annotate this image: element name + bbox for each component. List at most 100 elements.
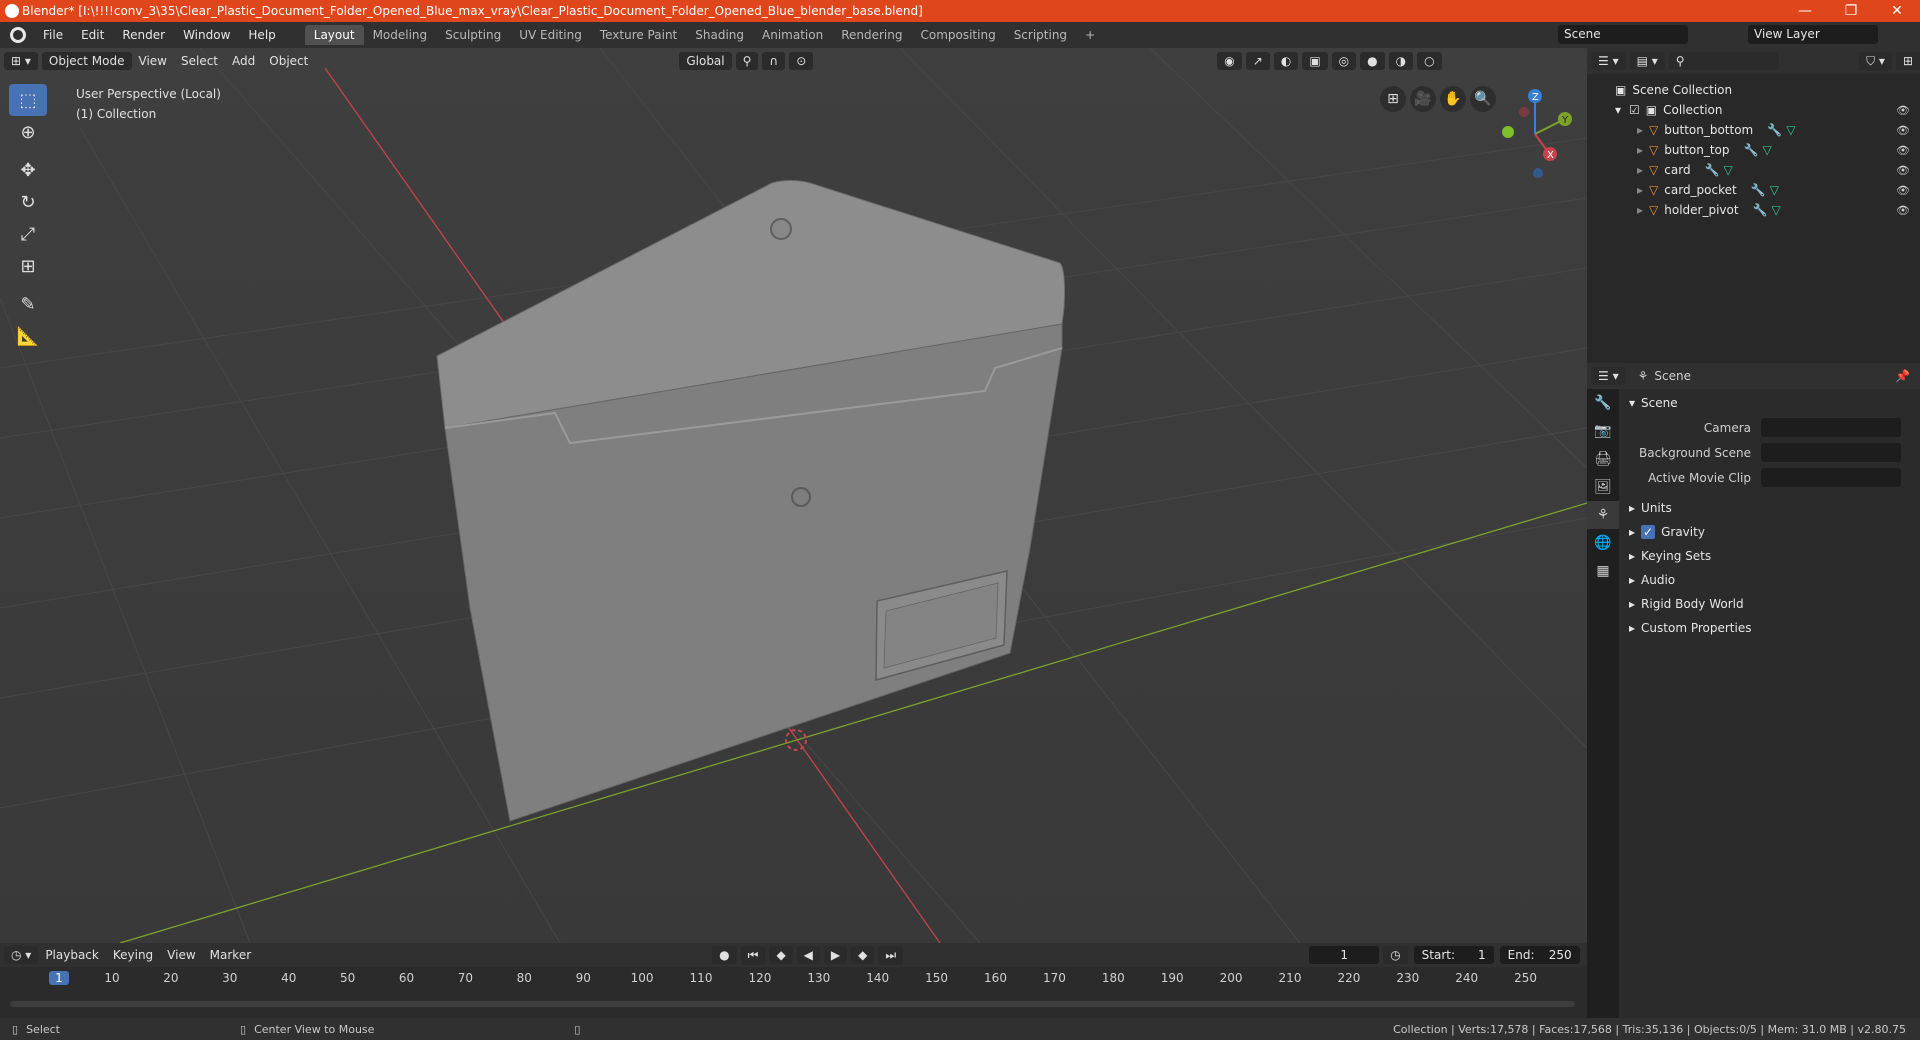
- rigid-body-world-panel-header[interactable]: ▸ Rigid Body World: [1621, 592, 1920, 616]
- eye-icon[interactable]: 👁: [1896, 144, 1910, 157]
- keying-sets-panel-header[interactable]: ▸ Keying Sets: [1621, 544, 1920, 568]
- editor-type-button[interactable]: ⊞ ▾: [4, 52, 38, 70]
- play-reverse-icon[interactable]: ◀: [796, 946, 820, 964]
- tab-sculpting[interactable]: Sculpting: [436, 25, 510, 45]
- menu-help[interactable]: Help: [239, 28, 284, 42]
- menu-marker[interactable]: Marker: [203, 946, 258, 964]
- measure-tool-icon[interactable]: 📐: [9, 320, 47, 352]
- overlay-toggle-icon[interactable]: ◐: [1273, 52, 1299, 70]
- tab-animation[interactable]: Animation: [753, 25, 832, 45]
- maximize-button[interactable]: ❐: [1828, 3, 1874, 19]
- shading-solid-icon[interactable]: ●: [1360, 52, 1385, 70]
- tab-texture-paint[interactable]: Texture Paint: [591, 25, 686, 45]
- add-workspace-button[interactable]: +: [1076, 25, 1104, 45]
- menu-view[interactable]: View: [132, 52, 174, 70]
- tab-uv-editing[interactable]: UV Editing: [510, 25, 591, 45]
- cursor-tool-icon[interactable]: ⊕: [9, 116, 47, 148]
- outliner-editor-type-icon[interactable]: ☰ ▾: [1591, 52, 1626, 70]
- transform-tool-icon[interactable]: ⊞: [9, 250, 47, 282]
- disclosure-triangle-icon[interactable]: ▸: [1637, 143, 1643, 157]
- eye-icon[interactable]: 👁: [1896, 204, 1910, 217]
- filter-icon[interactable]: ⛉ ▾: [1859, 51, 1892, 71]
- shading-rendered-icon[interactable]: ○: [1417, 52, 1442, 70]
- disclosure-triangle-icon[interactable]: ▸: [1637, 163, 1643, 177]
- new-collection-icon[interactable]: ⊞: [1895, 52, 1920, 70]
- annotate-tool-icon[interactable]: ✎: [9, 288, 47, 320]
- texture-tab-icon[interactable]: ▦: [1587, 557, 1619, 585]
- prev-keyframe-icon[interactable]: ◆: [769, 946, 793, 964]
- shading-wireframe-icon[interactable]: ◎: [1331, 52, 1357, 70]
- menu-select[interactable]: Select: [174, 52, 225, 70]
- jump-start-icon[interactable]: ⏮: [740, 945, 766, 965]
- display-mode-icon[interactable]: ▤ ▾: [1629, 52, 1665, 70]
- camera-icon[interactable]: 🎥: [1410, 86, 1436, 112]
- disclosure-triangle-icon[interactable]: ▾: [1615, 103, 1621, 117]
- tab-rendering[interactable]: Rendering: [832, 25, 911, 45]
- move-tool-icon[interactable]: ✥: [9, 154, 47, 186]
- menu-edit[interactable]: Edit: [72, 28, 113, 42]
- eye-icon[interactable]: 👁: [1896, 184, 1910, 197]
- pivot-icon[interactable]: ⚲: [735, 52, 759, 70]
- end-frame-field[interactable]: End: 250: [1499, 946, 1580, 964]
- properties-editor-type-icon[interactable]: ☰ ▾: [1591, 367, 1626, 385]
- scene-collection-row[interactable]: ▣ Scene Collection: [1587, 80, 1920, 100]
- start-frame-field[interactable]: Start: 1: [1413, 946, 1494, 964]
- preview-range-icon[interactable]: ◷: [1383, 946, 1408, 964]
- blender-menu-icon[interactable]: [10, 27, 26, 43]
- xray-icon[interactable]: ▣: [1302, 52, 1328, 70]
- menu-keying[interactable]: Keying: [106, 946, 160, 964]
- pin-icon[interactable]: 📌: [1895, 369, 1910, 383]
- gizmo-toggle-icon[interactable]: ↗: [1245, 52, 1270, 70]
- minimize-button[interactable]: —: [1782, 3, 1828, 19]
- toggle-camera-view-icon[interactable]: ⊞: [1380, 86, 1406, 112]
- gravity-checkbox[interactable]: ✓: [1641, 525, 1656, 539]
- view-layer-selector[interactable]: View Layer: [1748, 25, 1878, 44]
- outliner-object-row[interactable]: ▸ ▽ holder_pivot 🔧 ▽ 👁: [1587, 200, 1920, 220]
- tool-settings-tab-icon[interactable]: 🔧: [1587, 389, 1619, 417]
- tab-modeling[interactable]: Modeling: [364, 25, 437, 45]
- custom-properties-panel-header[interactable]: ▸ Custom Properties: [1621, 616, 1920, 640]
- menu-file[interactable]: File: [34, 28, 72, 42]
- tab-scripting[interactable]: Scripting: [1005, 25, 1076, 45]
- background-scene-field[interactable]: [1761, 443, 1901, 462]
- render-tab-icon[interactable]: 📷: [1587, 417, 1619, 445]
- shading-material-icon[interactable]: ◑: [1388, 52, 1414, 70]
- tab-layout[interactable]: Layout: [304, 25, 364, 45]
- gravity-panel-header[interactable]: ▸ ✓ Gravity: [1621, 520, 1920, 544]
- audio-panel-header[interactable]: ▸ Audio: [1621, 568, 1920, 592]
- tab-compositing[interactable]: Compositing: [911, 25, 1004, 45]
- zoom-icon[interactable]: 🔍: [1470, 86, 1496, 112]
- current-frame-field[interactable]: 1: [1309, 946, 1380, 964]
- search-icon[interactable]: ⚲: [1668, 52, 1779, 70]
- disclosure-triangle-icon[interactable]: ▸: [1637, 123, 1643, 137]
- eye-icon[interactable]: 👁: [1896, 104, 1910, 117]
- scene-selector[interactable]: Scene: [1558, 25, 1688, 44]
- output-tab-icon[interactable]: 🖨: [1587, 445, 1619, 473]
- menu-timeline-view[interactable]: View: [160, 946, 202, 964]
- eye-icon[interactable]: 👁: [1896, 164, 1910, 177]
- world-tab-icon[interactable]: 🌐: [1587, 529, 1619, 557]
- scene-panel-header[interactable]: ▾ Scene: [1621, 391, 1920, 415]
- outliner-object-row[interactable]: ▸ ▽ card 🔧 ▽ 👁: [1587, 160, 1920, 180]
- rotate-tool-icon[interactable]: ↻: [9, 186, 47, 218]
- menu-add[interactable]: Add: [225, 52, 262, 70]
- select-box-tool-icon[interactable]: ⬚: [9, 84, 47, 116]
- transform-orientation-dropdown[interactable]: Global: [679, 52, 732, 70]
- view-layer-tab-icon[interactable]: 🖼: [1587, 473, 1619, 501]
- jump-end-icon[interactable]: ⏭: [878, 945, 904, 965]
- menu-playback[interactable]: Playback: [38, 946, 106, 964]
- frame-ruler[interactable]: 1 10 20 30 40 50 60 70 80 90 100 110 120 130 140 150 160…: [0, 967, 1587, 989]
- menu-window[interactable]: Window: [174, 28, 239, 42]
- proportional-edit-icon[interactable]: ⊙: [789, 52, 814, 70]
- include-checkbox[interactable]: ☑: [1629, 103, 1640, 117]
- menu-render[interactable]: Render: [113, 28, 174, 42]
- scene-tab-icon[interactable]: ⚘: [1587, 501, 1619, 529]
- object-mode-dropdown[interactable]: Object Mode: [41, 52, 132, 70]
- snap-icon[interactable]: ∩: [762, 52, 786, 70]
- units-panel-header[interactable]: ▸ Units: [1621, 496, 1920, 520]
- play-icon[interactable]: ▶: [823, 946, 848, 964]
- menu-object[interactable]: Object: [262, 52, 315, 70]
- timeline-scrollbar[interactable]: [10, 1001, 1575, 1007]
- collection-row[interactable]: ▾ ☑ ▣ Collection 👁: [1587, 100, 1920, 120]
- 3d-viewport[interactable]: Z Y X ⊞ ▾ Object Mode View Select Add Ob…: [0, 48, 1587, 943]
